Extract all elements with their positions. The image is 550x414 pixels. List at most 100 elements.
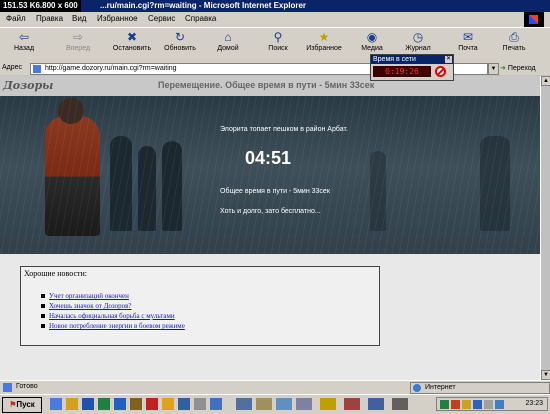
start-label: Пуск bbox=[16, 400, 35, 409]
disconnect-icon[interactable] bbox=[435, 66, 446, 77]
back-arrow-icon: ⇦ bbox=[18, 30, 30, 44]
media-icon: ◉ bbox=[366, 30, 378, 44]
taskbar-window-button[interactable] bbox=[296, 398, 312, 410]
news-link[interactable]: Началась официальная борьба с мультами bbox=[41, 311, 185, 321]
news-list: Учет организаций окончен Хочешь значок о… bbox=[41, 291, 185, 331]
address-label: Адрес bbox=[2, 64, 23, 71]
menu-help[interactable]: Справка bbox=[185, 14, 216, 23]
go-arrow-icon: ➜ bbox=[500, 65, 506, 72]
stop-icon: ✖ bbox=[126, 30, 138, 44]
quicklaunch-app-icon[interactable] bbox=[130, 398, 142, 410]
refresh-label: Обновить bbox=[164, 45, 196, 52]
start-button[interactable]: ⚑Пуск bbox=[2, 397, 42, 413]
tray-icon[interactable] bbox=[440, 400, 449, 409]
print-icon: ⎙ bbox=[509, 30, 519, 44]
quicklaunch-app-icon[interactable] bbox=[210, 398, 222, 410]
taskbar-window-button[interactable] bbox=[236, 398, 252, 410]
menu-edit[interactable]: Правка bbox=[36, 14, 63, 23]
back-button[interactable]: ⇦ Назад bbox=[2, 30, 46, 60]
globe-icon bbox=[413, 384, 421, 392]
tray-icon[interactable] bbox=[484, 400, 493, 409]
online-timer: 0:19:26 bbox=[373, 66, 431, 77]
popup-title: Время в сети bbox=[373, 56, 416, 63]
favorites-button[interactable]: ★ Избранное bbox=[302, 30, 346, 60]
scroll-up-button[interactable]: ▲ bbox=[541, 76, 550, 86]
news-box: Хорошие новости: Учет организаций оконче… bbox=[20, 266, 380, 346]
taskbar-window-button[interactable] bbox=[344, 398, 360, 410]
quicklaunch-folder-icon[interactable] bbox=[66, 398, 78, 410]
stop-label: Остановить bbox=[112, 45, 152, 52]
quicklaunch-app-icon[interactable] bbox=[146, 398, 158, 410]
title-bar: ...ru/main.cgi?rm=waiting - Microsoft In… bbox=[0, 0, 550, 12]
news-link[interactable]: Хочешь значок от Дозоров? bbox=[41, 301, 185, 311]
quicklaunch-app-icon[interactable] bbox=[162, 398, 174, 410]
stop-button[interactable]: ✖ Остановить bbox=[110, 30, 154, 60]
search-button[interactable]: ⚲ Поиск bbox=[256, 30, 300, 60]
status-bar: Готово Интернет bbox=[0, 380, 550, 394]
total-time-text: Общее время в пути - 5мин 33сек bbox=[220, 188, 330, 195]
menu-file[interactable]: Файл bbox=[6, 14, 26, 23]
history-icon: ◷ bbox=[412, 30, 424, 44]
news-link[interactable]: Новое потребление энергии в боевом режим… bbox=[41, 321, 185, 331]
clock[interactable]: 23:23 bbox=[525, 400, 543, 407]
window-title: ...ru/main.cgi?rm=waiting - Microsoft In… bbox=[100, 1, 307, 10]
go-label: Переход bbox=[507, 65, 536, 72]
quicklaunch-ie-icon[interactable] bbox=[50, 398, 62, 410]
mail-label: Почта bbox=[458, 45, 478, 52]
search-icon: ⚲ bbox=[273, 30, 283, 44]
fps-overlay: 151.53 K6.800 x 600 bbox=[0, 0, 81, 12]
quicklaunch-app-icon[interactable] bbox=[178, 398, 190, 410]
news-title: Хорошие новости: bbox=[24, 269, 88, 278]
favorites-label: Избранное bbox=[306, 45, 342, 52]
travel-text: Элорита топает пешком в район Арбат. bbox=[220, 126, 348, 133]
tray-icon[interactable] bbox=[451, 400, 460, 409]
security-zone: Интернет bbox=[410, 382, 550, 394]
popup-title-bar: Время в сети bbox=[371, 55, 453, 64]
tray-icon[interactable] bbox=[462, 400, 471, 409]
home-button[interactable]: ⌂ Домой bbox=[206, 30, 250, 60]
taskbar-window-button[interactable] bbox=[276, 398, 292, 410]
page-header: Дозоры Перемещение. Общее время в пути -… bbox=[0, 76, 540, 97]
menu-bar: Файл Правка Вид Избранное Сервис Справка bbox=[0, 12, 550, 28]
news-link[interactable]: Учет организаций окончен bbox=[41, 291, 185, 301]
page-icon bbox=[3, 383, 12, 392]
go-button[interactable]: ➜ Переход bbox=[500, 63, 536, 74]
rain-overlay bbox=[0, 96, 540, 254]
menu-tools[interactable]: Сервис bbox=[148, 14, 175, 23]
print-button[interactable]: ⎙ Печать bbox=[492, 30, 536, 60]
address-url[interactable]: http://game.dozory.ru/main.cgi?rm=waitin… bbox=[45, 64, 177, 74]
system-tray: 23:23 bbox=[436, 397, 548, 411]
menu-favorites[interactable]: Избранное bbox=[97, 14, 138, 23]
page-icon bbox=[33, 65, 41, 73]
scroll-down-button[interactable]: ▼ bbox=[541, 370, 550, 380]
zone-text: Интернет bbox=[425, 384, 456, 391]
status-text: Готово bbox=[16, 383, 38, 390]
taskbar-window-button[interactable] bbox=[320, 398, 336, 410]
page-content: Дозоры Перемещение. Общее время в пути -… bbox=[0, 76, 540, 380]
quicklaunch-app-icon[interactable] bbox=[114, 398, 126, 410]
forward-button[interactable]: ⇨ Вперед bbox=[56, 30, 100, 60]
taskbar-window-button[interactable] bbox=[368, 398, 384, 410]
refresh-button[interactable]: ↻ Обновить bbox=[158, 30, 202, 60]
home-icon: ⌂ bbox=[224, 30, 232, 44]
scene-image: Элорита топает пешком в район Арбат. 04:… bbox=[0, 96, 540, 254]
favorites-icon: ★ bbox=[318, 30, 330, 44]
ie-logo-icon bbox=[524, 12, 544, 27]
online-time-popup: Время в сети ✕ 0:19:26 bbox=[370, 54, 454, 81]
site-logo[interactable]: Дозоры bbox=[3, 79, 53, 92]
vertical-scrollbar[interactable]: ▲ ▼ bbox=[540, 76, 550, 380]
address-bar: Адрес http://game.dozory.ru/main.cgi?rm=… bbox=[0, 62, 550, 75]
tray-icon[interactable] bbox=[473, 400, 482, 409]
popup-close-icon[interactable]: ✕ bbox=[445, 56, 452, 63]
taskbar-window-button[interactable] bbox=[392, 398, 408, 410]
menu-view[interactable]: Вид bbox=[72, 14, 86, 23]
quicklaunch-excel-icon[interactable] bbox=[98, 398, 110, 410]
address-dropdown-button[interactable]: ▼ bbox=[488, 63, 499, 75]
quicklaunch-word-icon[interactable] bbox=[82, 398, 94, 410]
media-label: Медиа bbox=[361, 45, 383, 52]
page-title: Перемещение. Общее время в пути - 5мин 3… bbox=[158, 80, 375, 90]
travel-timer: 04:51 bbox=[245, 148, 292, 168]
taskbar-window-button[interactable] bbox=[256, 398, 272, 410]
quicklaunch-app-icon[interactable] bbox=[194, 398, 206, 410]
speaker-icon[interactable] bbox=[495, 400, 504, 409]
